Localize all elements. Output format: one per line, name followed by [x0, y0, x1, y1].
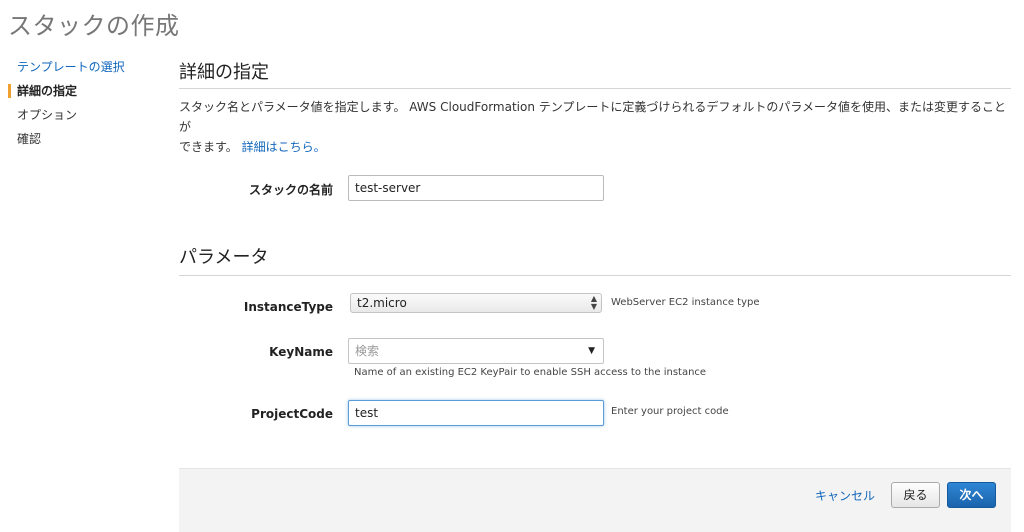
instance-type-hint: WebServer EC2 instance type — [611, 297, 760, 308]
step-select-template[interactable]: テンプレートの選択 — [8, 55, 158, 79]
instance-type-select[interactable]: t2.micro ▲ ▼ — [350, 293, 602, 313]
learn-more-link[interactable]: 詳細はこちら。 — [242, 140, 326, 154]
wizard-steps: テンプレートの選択 詳細の指定 オプション 確認 — [8, 55, 158, 151]
details-heading: 詳細の指定 — [179, 62, 269, 83]
page-title: スタックの作成 — [8, 12, 180, 40]
key-name-hint: Name of an existing EC2 KeyPair to enabl… — [354, 367, 707, 378]
next-button[interactable]: 次へ — [947, 482, 996, 508]
cancel-link[interactable]: キャンセル — [815, 487, 875, 504]
instance-type-label: InstanceType — [243, 300, 333, 314]
stack-name-label: スタックの名前 — [248, 183, 333, 197]
project-code-hint: Enter your project code — [611, 406, 729, 417]
chevron-down-icon: ▼ — [588, 346, 595, 356]
key-name-combobox[interactable]: 検索 ▼ — [348, 338, 604, 364]
instance-type-value: t2.micro — [357, 296, 407, 310]
back-button[interactable]: 戻る — [891, 482, 940, 508]
step-options: オプション — [17, 108, 78, 122]
project-code-input[interactable] — [348, 400, 604, 426]
key-name-label: KeyName — [269, 345, 333, 359]
parameters-heading: パラメータ — [179, 247, 269, 268]
wizard-footer: キャンセル 戻る 次へ — [179, 468, 1011, 532]
step-specify-details: 詳細の指定 — [8, 79, 158, 103]
parameters-divider — [179, 275, 1011, 276]
project-code-label: ProjectCode — [251, 407, 333, 421]
details-description: スタック名とパラメータ値を指定します。 AWS CloudFormation テ… — [179, 97, 1009, 157]
details-divider — [179, 88, 1011, 89]
stack-name-input[interactable] — [348, 175, 604, 201]
updown-arrows-icon: ▲ ▼ — [590, 294, 597, 311]
key-name-placeholder: 検索 — [355, 344, 380, 358]
description-line-2: できます。 — [179, 140, 238, 154]
step-review: 確認 — [17, 132, 42, 146]
description-line-1: スタック名とパラメータ値を指定します。 AWS CloudFormation テ… — [179, 100, 1007, 134]
